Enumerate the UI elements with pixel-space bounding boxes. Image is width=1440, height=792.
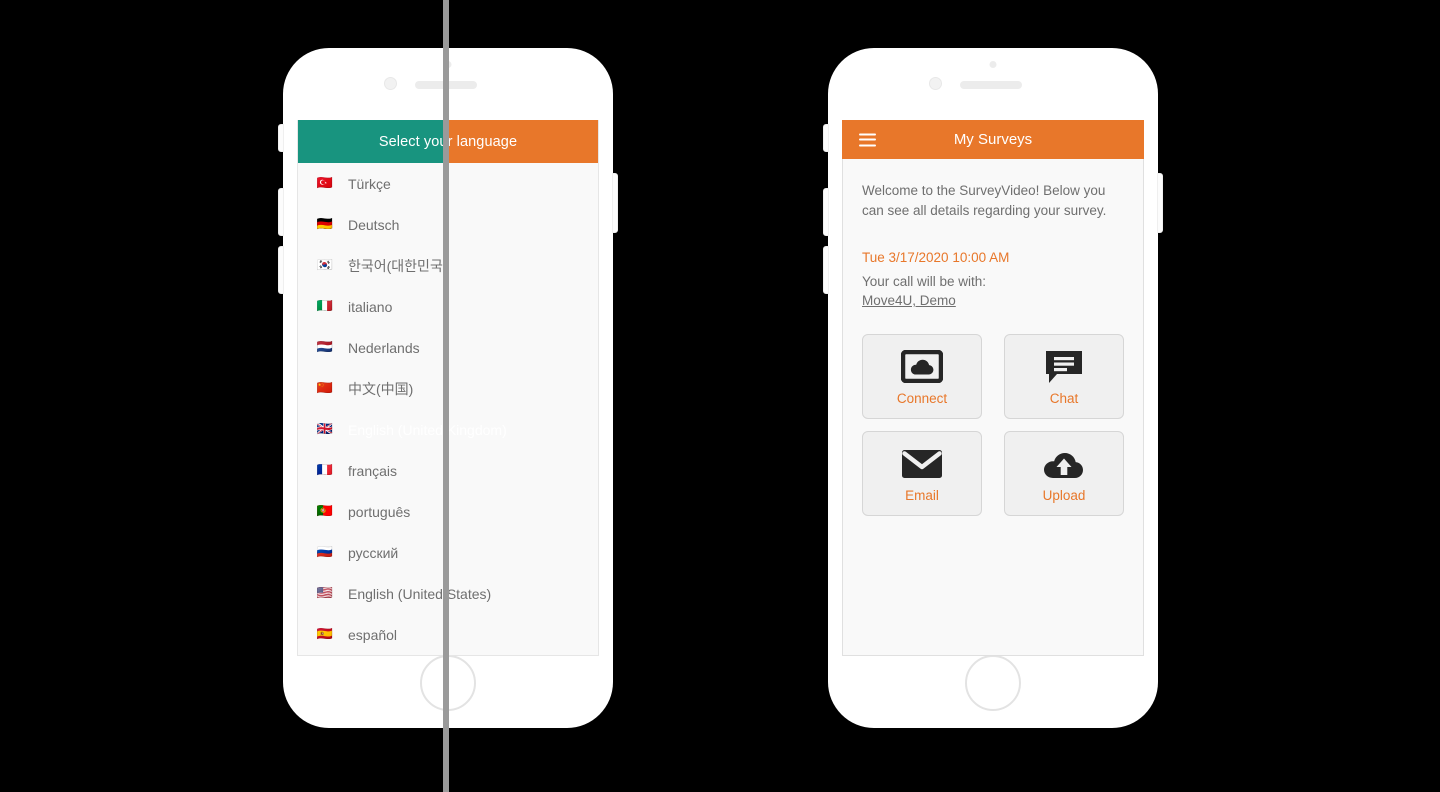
home-button[interactable] — [965, 655, 1021, 711]
phone-device-right: My Surveys Welcome to the SurveyVideo! B… — [823, 48, 1163, 728]
language-list-item-label: English (United Kingdom) — [348, 421, 507, 438]
action-tile-label: Connect — [896, 390, 948, 406]
language-list-item-label: русский — [348, 544, 399, 561]
flag-south-korea-icon: 🇰🇷 — [316, 258, 334, 273]
flag-russia-icon: 🇷🇺 — [316, 545, 334, 560]
appointment-contact-link[interactable]: Move4U, Demo — [862, 293, 1124, 308]
volume-down-button[interactable] — [278, 246, 284, 294]
hamburger-menu-icon[interactable] — [859, 133, 876, 146]
my-surveys-body: Welcome to the SurveyVideo! Below you ca… — [842, 159, 1144, 656]
my-surveys-title: My Surveys — [953, 131, 1033, 148]
cloud-upload-icon — [1042, 445, 1086, 483]
earpiece-speaker-icon — [960, 81, 1022, 89]
power-button[interactable] — [1157, 173, 1163, 233]
envelope-icon — [901, 445, 943, 483]
flag-china-icon: 🇨🇳 — [316, 381, 334, 396]
language-list-item-label: Deutsch — [348, 216, 400, 233]
sensor-dot-icon — [989, 61, 997, 68]
language-list-item-label: Nederlands — [348, 339, 420, 356]
action-button-grid: Connect Chat Email Upload — [862, 334, 1124, 517]
language-list-item-label: italiano — [348, 298, 393, 315]
appointment-datetime: Tue 3/17/2020 10:00 AM — [862, 250, 1010, 266]
action-tile-label: Email — [905, 487, 939, 503]
volume-up-button[interactable] — [823, 188, 829, 236]
flag-netherlands-icon: 🇳🇱 — [316, 340, 334, 355]
language-list-item-label: Türkçe — [348, 175, 391, 192]
vertical-guide-line — [443, 0, 449, 792]
screenshot-canvas: Select your language 🇹🇷 Türkçe 🇩🇪 Deutsch 🇰🇷… — [0, 0, 1440, 792]
my-surveys-header: My Surveys — [842, 120, 1144, 159]
screen-right: My Surveys Welcome to the SurveyVideo! B… — [842, 120, 1144, 656]
front-camera-icon — [384, 77, 397, 90]
language-list-item-label: 中文(中国) — [348, 380, 414, 397]
action-tile-label: Upload — [1042, 487, 1086, 503]
flag-germany-icon: 🇩🇪 — [316, 217, 334, 232]
volume-down-button[interactable] — [823, 246, 829, 294]
language-list-item-label: português — [348, 503, 411, 520]
flag-spain-icon: 🇪🇸 — [316, 627, 334, 642]
action-tile-email[interactable]: Email — [862, 431, 982, 517]
action-tile-chat[interactable]: Chat — [1004, 334, 1124, 420]
flag-united-states-icon: 🇺🇸 — [316, 586, 334, 601]
action-tile-label: Chat — [1049, 390, 1079, 406]
cloud-screen-icon — [901, 348, 943, 386]
language-list-item-label: 한국어(대한민국) — [348, 257, 448, 274]
flag-portugal-icon: 🇵🇹 — [316, 504, 334, 519]
language-list-item-label: español — [348, 626, 398, 643]
flag-united-kingdom-icon: 🇬🇧 — [316, 422, 334, 437]
language-list-item-label: français — [348, 462, 398, 479]
front-camera-icon — [929, 77, 942, 90]
appointment-with-label: Your call will be with: — [862, 274, 987, 290]
chat-bubble-icon — [1044, 348, 1084, 386]
flag-italy-icon: 🇮🇹 — [316, 299, 334, 314]
action-tile-upload[interactable]: Upload — [1004, 431, 1124, 517]
welcome-message: Welcome to the SurveyVideo! Below you ca… — [862, 183, 1107, 218]
flag-turkey-icon: 🇹🇷 — [316, 176, 334, 191]
action-tile-connect[interactable]: Connect — [862, 334, 982, 420]
silent-switch-button[interactable] — [278, 124, 284, 152]
silent-switch-button[interactable] — [823, 124, 829, 152]
power-button[interactable] — [612, 173, 618, 233]
language-list-item-label: English (United States) — [348, 585, 492, 602]
flag-france-icon: 🇫🇷 — [316, 463, 334, 478]
volume-up-button[interactable] — [278, 188, 284, 236]
